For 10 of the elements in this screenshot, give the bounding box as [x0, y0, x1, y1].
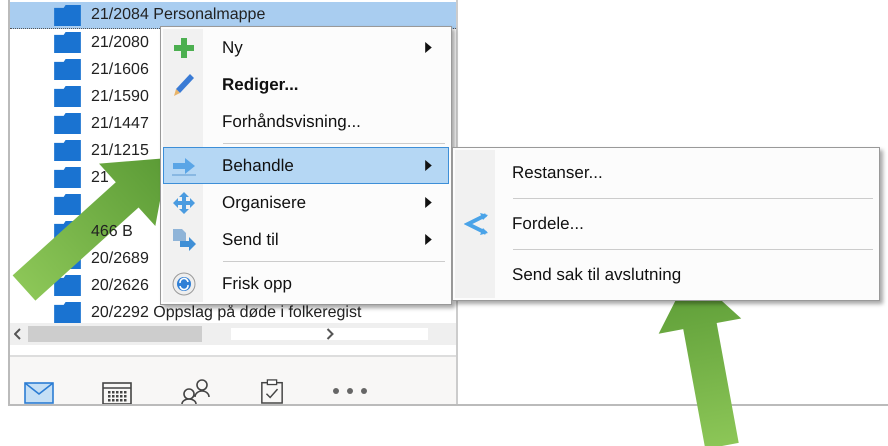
case-title: 21/2084 Personalmappe [91, 6, 266, 24]
case-title: 21/2080 [91, 34, 149, 52]
case-title: 21/1590 [91, 88, 149, 106]
case-title: 21/1447 [91, 114, 149, 132]
case-title: 20/2626 [91, 276, 149, 294]
case-title: 21 [91, 168, 109, 186]
case-title: 21/1215 [91, 142, 149, 160]
case-title: 20/2689 [91, 250, 149, 268]
case-title: 21/1606 [91, 60, 149, 78]
case-title: 20/2292 Oppslag på døde i folkeregist [91, 304, 362, 322]
